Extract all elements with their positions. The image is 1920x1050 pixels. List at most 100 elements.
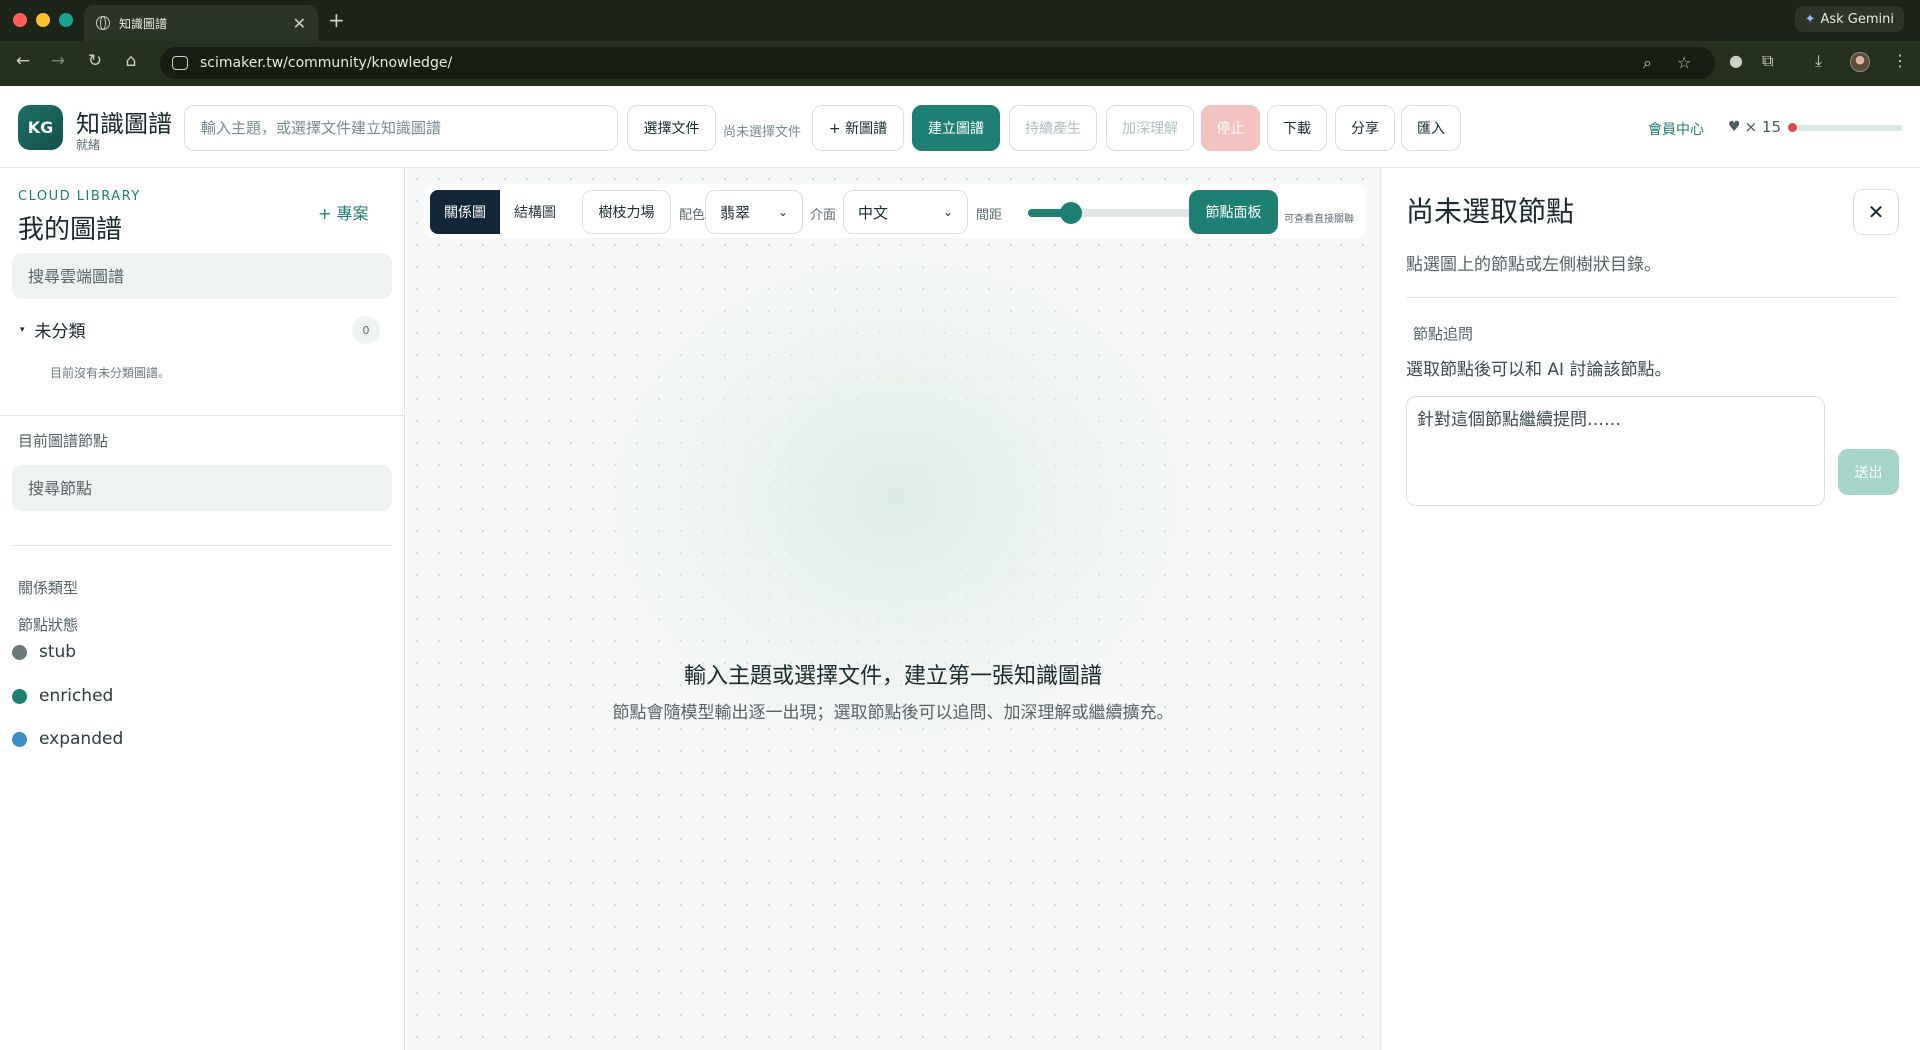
- puzzle-icon[interactable]: ⧉: [1762, 51, 1773, 71]
- legend-label: expanded: [39, 729, 124, 749]
- chevron-down-icon: ⌄: [777, 205, 788, 219]
- followup-hint: 選取節點後可以和 AI 討論該節點。: [1406, 360, 1672, 380]
- url-field[interactable]: scimaker.tw/community/knowledge/ ⌕ ☆: [160, 47, 1715, 79]
- followup-textarea[interactable]: [1406, 396, 1825, 506]
- forward-arrow-icon[interactable]: →: [47, 51, 69, 71]
- member-center-link[interactable]: 會員中心: [1648, 119, 1704, 139]
- import-button[interactable]: 匯入: [1401, 105, 1461, 151]
- legend-item-stub: stub: [12, 642, 76, 662]
- status-dot-icon: [12, 644, 27, 660]
- build-graph-button[interactable]: 建立圖譜: [912, 105, 1000, 151]
- spacing-slider[interactable]: [1028, 202, 1198, 224]
- legend-item-enriched: enriched: [12, 686, 113, 706]
- color-select-value: 翡翠: [720, 203, 751, 222]
- ask-gemini-label: Ask Gemini: [1820, 11, 1894, 27]
- caret-down-icon: ▾: [20, 324, 25, 335]
- spacing-slider-thumb[interactable]: [1059, 202, 1082, 224]
- home-icon[interactable]: ⌂: [120, 51, 142, 71]
- cloud-search-input[interactable]: [12, 253, 392, 299]
- legend-label: enriched: [39, 686, 114, 706]
- node-panel-button[interactable]: 節點面板: [1189, 190, 1278, 234]
- toolbar-note: 可查看直接關聯: [1284, 214, 1354, 225]
- canvas-glow: [566, 218, 1226, 778]
- empty-state-title: 輸入主題或選擇文件，建立第一張知識圖譜: [683, 664, 1102, 689]
- profile-avatar[interactable]: [1850, 52, 1870, 72]
- knowledge-graph-app: KG 知識圖譜 就緒 選擇文件 尚未選擇文件 + 新圖譜 建立圖譜 持續產生 加…: [0, 86, 1920, 1050]
- my-graphs-title: 我的圖譜: [18, 215, 123, 245]
- left-sidebar: CLOUD LIBRARY 我的圖譜 + 專案 ▾ 未分類 0 目前沒有未分類圖…: [0, 168, 405, 1050]
- app-status: 就緒: [76, 138, 101, 152]
- sidebar-divider: [0, 415, 405, 416]
- panel-subtitle: 點選圖上的節點或左側樹狀目錄。: [1406, 255, 1661, 275]
- cloud-library-label: CLOUD LIBRARY: [18, 189, 141, 204]
- tab-structure-graph[interactable]: 結構圖: [500, 190, 570, 234]
- sidebar-divider: [12, 545, 392, 546]
- heart-credits: ♥ × 15: [1728, 118, 1781, 136]
- choose-file-button[interactable]: 選擇文件: [627, 105, 716, 151]
- zoom-icon[interactable]: ⌕: [1643, 53, 1652, 73]
- followup-label: 節點追問: [1413, 325, 1474, 343]
- new-tab-button[interactable]: +: [328, 8, 345, 32]
- menu-kebab-icon[interactable]: ⋮: [1892, 51, 1908, 70]
- globe-icon: [96, 16, 110, 30]
- window-minimize-button[interactable]: [36, 13, 50, 27]
- gemini-sparkle-icon: ✦: [1804, 11, 1816, 27]
- deepen-button[interactable]: 加深理解: [1106, 105, 1194, 151]
- node-detail-panel: 尚未選取節點 ✕ 點選圖上的節點或左側樹狀目錄。 節點追問 選取節點後可以和 A…: [1380, 168, 1920, 1050]
- folder-name: 未分類: [34, 322, 86, 342]
- chevron-down-icon: ⌄: [942, 205, 953, 219]
- graph-canvas[interactable]: 關係圖 結構圖 樹枝力場 配色 翡翠 ⌄ 介面 中文 ⌄ 間距 節點面板 可查看…: [406, 168, 1380, 1050]
- ui-language-value: 中文: [858, 203, 889, 222]
- app-title: 知識圖譜: [76, 110, 172, 138]
- tab-title: 知識圖譜: [119, 16, 168, 31]
- continue-generate-button[interactable]: 持續產生: [1009, 105, 1097, 151]
- tab-relation-graph[interactable]: 關係圖: [430, 190, 500, 234]
- extension-icon[interactable]: ●: [1729, 51, 1743, 70]
- new-graph-button[interactable]: + 新圖譜: [812, 105, 904, 151]
- folder-count-badge: 0: [352, 316, 380, 344]
- color-label: 配色: [679, 208, 706, 223]
- view-toggle: 關係圖 結構圖: [430, 190, 570, 234]
- node-search-input[interactable]: [12, 465, 392, 511]
- color-select[interactable]: 翡翠 ⌄: [705, 190, 803, 234]
- add-project-button[interactable]: + 專案: [318, 200, 369, 224]
- url-text: scimaker.tw/community/knowledge/: [200, 55, 453, 71]
- energy-indicator: [1788, 123, 1797, 132]
- spacing-label: 間距: [976, 208, 1003, 223]
- send-button[interactable]: 送出: [1838, 449, 1899, 495]
- window-close-button[interactable]: [13, 13, 27, 27]
- download-icon[interactable]: ⤓: [1815, 51, 1822, 71]
- close-icon[interactable]: ✕: [1853, 189, 1899, 235]
- status-dot-icon: [12, 688, 27, 704]
- legend-item-expanded: expanded: [12, 729, 123, 749]
- bookmark-star-icon[interactable]: ☆: [1677, 53, 1691, 72]
- legend-label: stub: [39, 642, 77, 662]
- node-status-label: 節點狀態: [18, 616, 79, 634]
- tab-close-icon[interactable]: ✕: [293, 14, 306, 33]
- ui-language-label: 介面: [810, 208, 837, 223]
- folder-empty-note: 目前沒有未分類圖譜。: [50, 366, 171, 380]
- force-field-button[interactable]: 樹枝力場: [582, 190, 671, 234]
- reload-icon[interactable]: ↻: [84, 51, 106, 71]
- site-settings-icon[interactable]: [172, 56, 188, 70]
- download-button[interactable]: 下載: [1267, 105, 1327, 151]
- heart-count: × 15: [1744, 118, 1781, 136]
- ui-language-select[interactable]: 中文 ⌄: [843, 190, 968, 234]
- share-button[interactable]: 分享: [1335, 105, 1395, 151]
- stop-button[interactable]: 停止: [1201, 105, 1260, 151]
- browser-tab[interactable]: 知識圖譜 ✕: [84, 5, 318, 41]
- file-status-label: 尚未選擇文件: [723, 125, 802, 140]
- panel-divider: [1406, 297, 1899, 298]
- current-nodes-label: 目前圖譜節點: [18, 432, 109, 450]
- topic-input[interactable]: [184, 105, 618, 151]
- browser-tab-bar: 知識圖譜 ✕ + ✦ Ask Gemini: [0, 0, 1920, 41]
- status-dot-icon: [12, 731, 27, 747]
- empty-state-subtitle: 節點會隨模型輸出逐一出現；選取節點後可以追問、加深理解或繼續擴充。: [612, 703, 1174, 723]
- canvas-toolbar: 關係圖 結構圖 樹枝力場 配色 翡翠 ⌄ 介面 中文 ⌄ 間距 節點面板 可查看…: [424, 184, 1366, 238]
- ask-gemini-button[interactable]: ✦ Ask Gemini: [1794, 6, 1904, 32]
- folder-uncategorized[interactable]: ▾ 未分類: [20, 317, 86, 342]
- app-logo: KG: [18, 105, 63, 150]
- back-arrow-icon[interactable]: ←: [12, 51, 34, 71]
- window-zoom-button[interactable]: [59, 13, 73, 27]
- panel-title: 尚未選取節點: [1406, 195, 1575, 228]
